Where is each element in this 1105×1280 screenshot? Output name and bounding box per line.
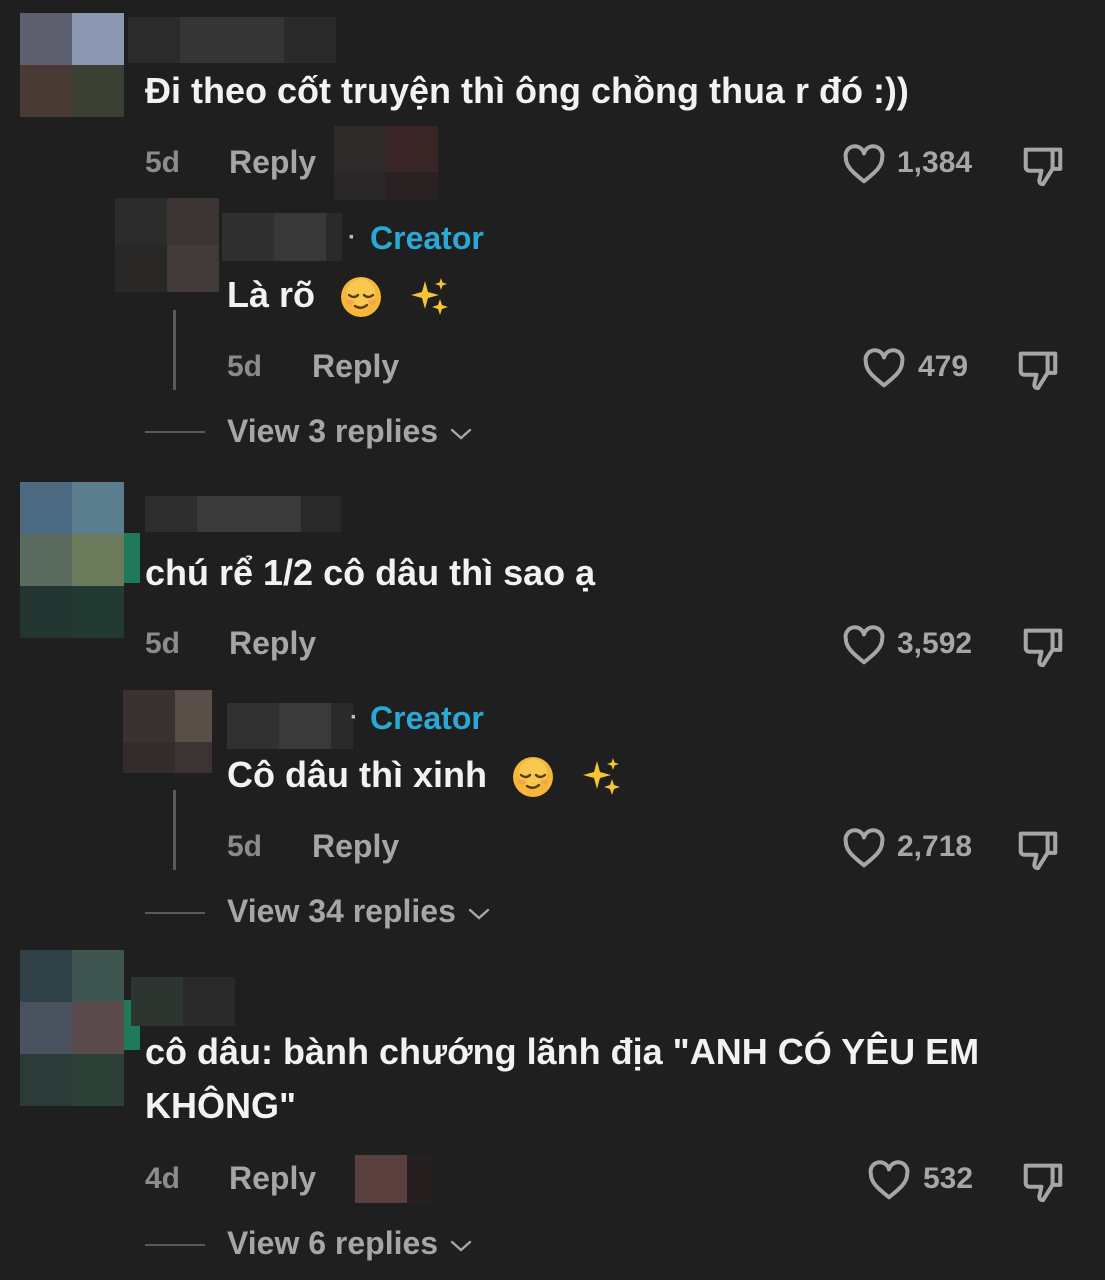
avatar[interactable] (123, 690, 212, 773)
reply-button[interactable]: Reply (229, 1160, 316, 1197)
thread-line (173, 790, 176, 870)
reply-text: Là rõ (227, 270, 451, 320)
chevron-down-icon (450, 1240, 472, 1252)
username-redacted[interactable] (131, 977, 235, 1026)
like-count: 2,718 (897, 830, 973, 863)
heart-outline-icon[interactable] (867, 1160, 911, 1200)
reply-age: 5d (227, 350, 263, 383)
sticker-redacted (334, 126, 438, 200)
view-replies-button[interactable]: View 34 replies (227, 893, 491, 930)
username-redacted[interactable] (227, 703, 353, 749)
view-replies-button[interactable]: View 6 replies (227, 1225, 473, 1262)
username-redacted[interactable] (128, 17, 336, 63)
avatar[interactable] (20, 13, 124, 117)
heart-outline-icon[interactable] (862, 348, 906, 388)
like-count: 479 (918, 350, 969, 383)
thumbs-down-outline-icon[interactable] (1015, 826, 1061, 872)
username-redacted[interactable] (145, 496, 341, 532)
reply-button[interactable]: Reply (312, 828, 399, 865)
thumbs-down-outline-icon[interactable] (1020, 623, 1066, 669)
comment-text-line-1: cô dâu: bành chướng lãnh địa "ANH CÓ YÊU… (145, 1031, 980, 1072)
reply-button[interactable]: Reply (229, 144, 316, 181)
thumbs-down-outline-icon[interactable] (1015, 346, 1061, 392)
like-count: 3,592 (897, 627, 973, 660)
view-replies-line (145, 912, 205, 914)
comment-age: 5d (145, 627, 181, 660)
comment-text: chú rể 1/2 cô dâu thì sao ạ (145, 552, 596, 593)
view-replies-line (145, 431, 205, 433)
separator-dot: · (350, 704, 358, 731)
sparkles-emoji (583, 758, 621, 796)
avatar-accent (124, 533, 140, 583)
comment-text-line-2: KHÔNG" (145, 1085, 297, 1126)
avatar[interactable] (20, 950, 124, 1106)
reply-age: 5d (227, 830, 263, 863)
heart-outline-icon[interactable] (842, 828, 886, 868)
thumbs-down-outline-icon[interactable] (1020, 142, 1066, 188)
chevron-down-icon (450, 428, 472, 440)
separator-dot: · (348, 224, 356, 251)
creator-badge: Creator (370, 220, 484, 256)
reply-text: Cô dâu thì xinh (227, 750, 623, 800)
reply-button[interactable]: Reply (312, 348, 399, 385)
relieved-face-emoji (341, 277, 382, 318)
like-count: 532 (923, 1162, 974, 1195)
sticker-redacted (355, 1155, 433, 1203)
heart-outline-icon[interactable] (842, 144, 886, 184)
comment-age: 5d (145, 146, 181, 179)
reply-button[interactable]: Reply (229, 625, 316, 662)
like-count: 1,384 (897, 146, 973, 179)
comment-age: 4d (145, 1162, 181, 1195)
avatar[interactable] (20, 482, 124, 638)
sparkles-emoji (411, 278, 449, 316)
comment-text: Đi theo cốt truyện thì ông chồng thua r … (145, 70, 909, 111)
view-replies-button[interactable]: View 3 replies (227, 413, 473, 450)
relieved-face-emoji (513, 757, 553, 798)
creator-badge: Creator (370, 700, 484, 736)
avatar[interactable] (115, 198, 219, 292)
chevron-down-icon (468, 908, 489, 920)
thread-line (173, 310, 176, 390)
view-replies-line (145, 1244, 205, 1246)
username-redacted[interactable] (222, 213, 342, 261)
thumbs-down-outline-icon[interactable] (1020, 1158, 1066, 1204)
heart-outline-icon[interactable] (842, 625, 886, 665)
